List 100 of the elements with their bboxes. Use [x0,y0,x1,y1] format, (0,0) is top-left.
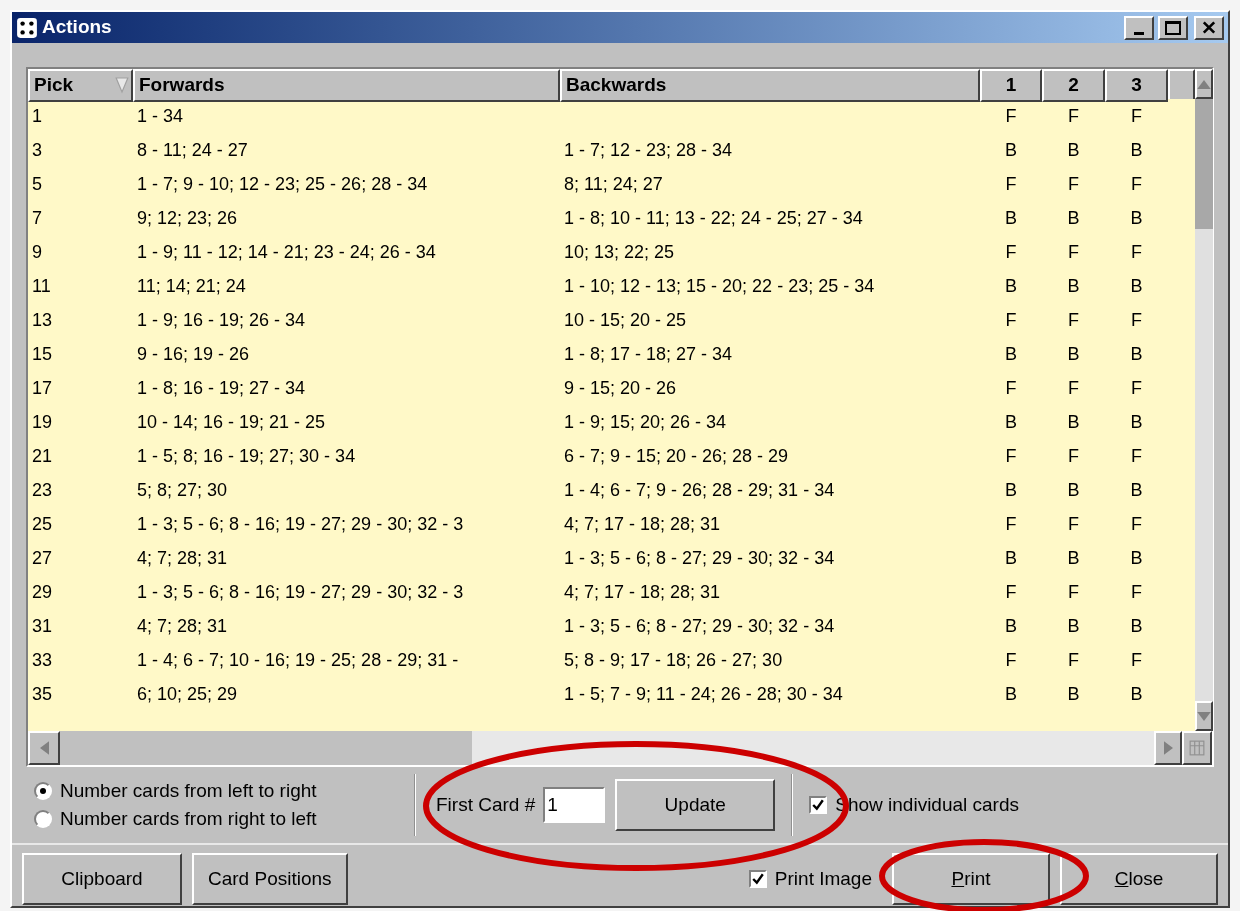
table-cell: B [1067,139,1080,160]
table-cell: 4; 7; 28; 31 [137,615,228,636]
table-cell: 1 - 3; 5 - 6; 8 - 27; 29 - 30; 32 - 34 [564,547,835,568]
checkbox[interactable] [809,796,828,814]
table-cell: 15 [32,343,53,364]
table-cell: 23 [32,479,53,500]
dialog-button[interactable]: Close [1060,853,1218,905]
table-cell: 25 [32,513,53,534]
checkbox[interactable] [748,870,767,888]
table-cell: B [1067,547,1080,568]
window-title: Actions [42,15,112,40]
maximize-button[interactable] [1158,15,1188,40]
column-header[interactable]: 3 [1105,69,1168,102]
table-cell: B [1067,275,1080,296]
grid-settings-button[interactable] [1182,731,1212,765]
table-cell: 19 [32,411,53,432]
table-cell: B [1130,139,1143,160]
radio-button[interactable] [34,810,52,828]
table-cell: 1 - 7; 9 - 10; 12 - 23; 25 - 26; 28 - 34 [137,173,428,194]
table-cell: F [1068,513,1079,534]
table-cell: B [1067,343,1080,364]
table-cell: 6 - 7; 9 - 15; 20 - 26; 28 - 29 [564,445,789,466]
table-cell: 11; 14; 21; 24 [137,275,246,296]
table-cell: 1 - 9; 15; 20; 26 - 34 [564,411,727,432]
table-cell: B [1130,615,1143,636]
table-cell: 35 [32,683,53,704]
table-cell: 1 - 4; 6 - 7; 10 - 16; 19 - 25; 28 - 29; 31 - [137,649,459,670]
table-cell: F [1068,581,1079,602]
close-icon [1202,21,1216,34]
table-cell: 1 - 8; 16 - 19; 27 - 34 [137,377,306,398]
scroll-right-button[interactable] [1154,731,1182,765]
column-header[interactable]: Backwards [560,69,980,102]
table-cell: 9 - 15; 20 - 26 [564,377,677,398]
table-cell: 11 [32,275,51,296]
table-cell: B [1067,411,1080,432]
scroll-up-button[interactable] [1195,69,1213,99]
table-cell: 1 - 4; 6 - 7; 9 - 26; 28 - 29; 31 - 34 [564,479,835,500]
first-card-field[interactable]: 1 [543,787,606,823]
table-cell: 5 [32,173,42,194]
toolbar-button[interactable]: Clipboard [22,853,182,905]
table-cell: 6; 10; 25; 29 [137,683,238,704]
table-cell: B [1130,411,1143,432]
update-button[interactable]: Update [615,779,776,831]
table-cell: B [1005,547,1017,568]
table-cell: 10; 13; 22; 25 [564,241,675,262]
dialog-button[interactable]: Print [892,853,1050,905]
table-cell: F [1068,309,1079,330]
table-cell: B [1005,343,1017,364]
table-cell: 1 - 9; 16 - 19; 26 - 34 [137,309,306,330]
table-cell: B [1067,683,1080,704]
table-cell: 10 - 15; 20 - 25 [564,309,687,330]
table-cell: B [1005,207,1017,228]
toolbar-button[interactable]: Card Positions [192,853,348,905]
right-arrow-icon [1163,741,1173,755]
table-cell: 7 [32,207,42,228]
table-cell: 4; 7; 17 - 18; 28; 31 [564,513,721,534]
table-cell: B [1130,275,1143,296]
first-card-label: First Card # [436,792,536,817]
table-cell: B [1130,343,1143,364]
table-cell: F [1131,241,1142,262]
column-header[interactable]: Forwards [133,69,560,102]
sort-icon [115,76,129,94]
table-cell: F [1068,445,1079,466]
grid-icon [1189,740,1205,756]
column-header[interactable]: 2 [1042,69,1105,102]
vertical-scrollbar[interactable] [1195,69,1213,731]
scroll-thumb[interactable] [60,731,472,765]
table-cell: 10 - 14; 16 - 19; 21 - 25 [137,411,326,432]
table-cell: 1 [32,105,42,126]
table-cell: 4; 7; 28; 31 [137,547,228,568]
table-cell: 8 - 11; 24 - 27 [137,139,248,160]
table-cell: F [1005,445,1017,466]
table-cell: 1 - 5; 8; 16 - 19; 27; 30 - 34 [137,445,356,466]
table-cell: 9 - 16; 19 - 26 [137,343,250,364]
minimize-button[interactable] [1124,15,1154,40]
table-cell: 1 - 3; 5 - 6; 8 - 27; 29 - 30; 32 - 34 [564,615,835,636]
radio-button[interactable] [34,782,52,800]
column-header[interactable]: 1 [980,69,1042,102]
table-cell: 1 - 7; 12 - 23; 28 - 34 [564,139,733,160]
table-cell: F [1068,649,1079,670]
radio-label: Number cards from right to left [60,806,317,831]
table-cell: B [1067,615,1080,636]
table-cell: 31 [32,615,53,636]
table-cell: F [1005,241,1017,262]
table-cell: B [1005,139,1017,160]
close-button[interactable] [1194,15,1224,40]
scroll-down-button[interactable] [1195,701,1213,731]
table-cell: F [1131,445,1142,466]
scroll-thumb[interactable] [1195,99,1213,229]
table-cell: F [1131,309,1142,330]
scroll-left-button[interactable] [28,731,60,765]
table-cell: 1 - 10; 12 - 13; 15 - 20; 22 - 23; 25 - 34 [564,275,875,296]
column-header[interactable]: Pick [28,69,133,102]
table-cell: F [1068,105,1079,126]
horizontal-scrollbar[interactable] [28,731,1212,765]
table-cell: B [1005,615,1017,636]
table-cell: B [1067,479,1080,500]
table-cell: F [1131,513,1142,534]
up-arrow-icon [1197,79,1211,89]
table-cell: F [1005,309,1017,330]
